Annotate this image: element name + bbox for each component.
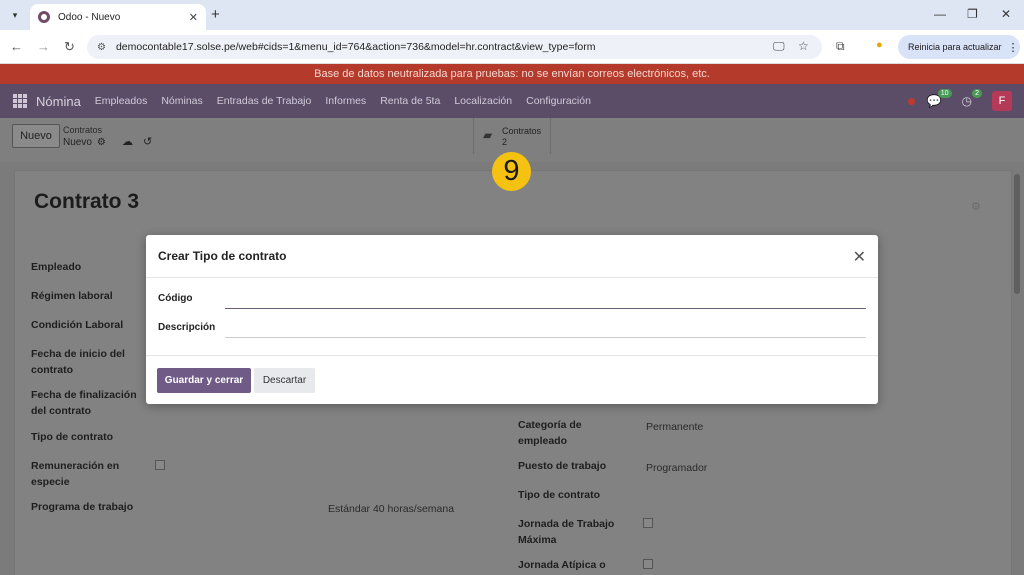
descripcion-label: Descripción [158, 322, 216, 333]
record-title: Contrato 3 [34, 190, 139, 213]
categoria-empleado-value[interactable]: Permanente [646, 421, 703, 433]
dialog-footer: Guardar y cerrar Descartar [146, 355, 878, 404]
url-text[interactable]: democontable17.solse.pe/web#cids=1&menu_… [116, 41, 596, 53]
more-menu-icon[interactable]: ⋮ [1008, 41, 1019, 54]
label-jornada-atipica: Jornada Atípica o [518, 559, 606, 571]
neutralized-db-banner: Base de datos neutralizada para pruebas:… [0, 64, 1024, 84]
label-empleado: Empleado [31, 261, 82, 273]
tab-title: Odoo - Nuevo [58, 11, 121, 23]
menu-item-configuracion[interactable]: Configuración [526, 95, 591, 107]
dialog-title: Crear Tipo de contrato [158, 249, 287, 263]
menu-item-localizacion[interactable]: Localización [454, 95, 512, 107]
menu-item-renta-5ta[interactable]: Renta de 5ta [380, 95, 440, 107]
window-close-icon[interactable]: ✕ [1001, 7, 1011, 21]
jornada-atipica-checkbox[interactable] [643, 559, 653, 569]
create-contract-type-dialog: Crear Tipo de contrato ✕ Código Descripc… [146, 235, 878, 404]
tab-close-icon[interactable]: ✕ [189, 11, 198, 24]
main-menu: Empleados Nóminas Entradas de Trabajo In… [95, 95, 605, 107]
reload-icon[interactable]: ↻ [64, 39, 75, 55]
browser-toolbar: ← → ↻ ⚙ democontable17.solse.pe/web#cids… [0, 30, 1024, 64]
forward-icon[interactable]: → [37, 39, 50, 54]
install-app-icon[interactable]: 🖵 [773, 39, 785, 54]
label-remuneracion-especie: Remuneración en especie [31, 460, 120, 488]
codigo-input[interactable] [225, 293, 866, 309]
save-cloud-icon[interactable]: ☁ [122, 135, 133, 148]
save-and-close-button[interactable]: Guardar y cerrar [157, 368, 251, 393]
back-icon[interactable]: ← [10, 39, 23, 54]
smart-button-value: 2 [502, 137, 508, 147]
breadcrumb-current-label: Nuevo [63, 137, 92, 148]
codigo-label: Código [158, 293, 193, 304]
label-regimen-laboral: Régimen laboral [31, 290, 113, 302]
discard-button[interactable]: Descartar [254, 368, 315, 393]
minimize-icon[interactable]: — [934, 7, 946, 21]
activity-clock-icon[interactable]: ◷ 2 [962, 89, 982, 108]
label-fecha-fin: Fecha de finalización del contrato [31, 389, 137, 417]
browser-tab[interactable]: Odoo - Nuevo ✕ [30, 4, 206, 30]
label-tipo-contrato: Tipo de contrato [31, 431, 114, 443]
discard-undo-icon[interactable]: ↺ [143, 135, 152, 148]
new-record-button[interactable]: Nuevo [12, 124, 60, 148]
odoo-favicon-icon [38, 11, 50, 23]
remuneracion-especie-checkbox[interactable] [155, 460, 165, 470]
tab-search-button[interactable]: ▾ [6, 6, 24, 24]
label-jornada-maxima: Jornada de Trabajo Máxima [518, 518, 615, 546]
activity-count-badge: 2 [972, 89, 982, 98]
systray: 💬 10 ◷ 2 F [907, 89, 1012, 111]
jornada-maxima-checkbox[interactable] [643, 518, 653, 528]
label-tipo-contrato-right: Tipo de contrato [518, 489, 601, 501]
label-condicion-laboral: Condición Laboral [31, 319, 124, 331]
messaging-icon[interactable]: 💬 10 [927, 89, 952, 108]
form-settings-icon[interactable]: ⚙ [971, 200, 981, 213]
menu-item-informes[interactable]: Informes [325, 95, 366, 107]
menu-item-entradas-trabajo[interactable]: Entradas de Trabajo [217, 95, 312, 107]
apps-menu-icon[interactable] [13, 94, 27, 108]
dialog-header: Crear Tipo de contrato ✕ [146, 235, 878, 278]
label-programa-trabajo: Programa de trabajo [31, 501, 134, 513]
debug-bug-icon[interactable] [907, 97, 915, 105]
label-categoria-empleado: Categoría de empleado [518, 419, 582, 447]
new-tab-icon[interactable]: + [211, 6, 220, 23]
site-info-icon[interactable]: ⚙ [97, 42, 106, 53]
contracts-smart-button[interactable]: ▰ Contratos 2 [473, 118, 551, 154]
extensions-icon[interactable]: ⧉ [836, 39, 845, 54]
page-scrollbar[interactable] [1014, 174, 1020, 294]
breadcrumb-current: Nuevo ⚙ [63, 137, 106, 148]
address-bar[interactable]: ⚙ democontable17.solse.pe/web#cids=1&men… [87, 35, 822, 59]
book-icon: ▰ [483, 128, 493, 142]
chat-count-badge: 10 [937, 89, 952, 98]
step-number-badge: 9 [492, 152, 531, 191]
label-puesto-trabajo: Puesto de trabajo [518, 460, 607, 472]
update-button[interactable]: Reinicia para actualizar ⋮ [898, 35, 1020, 59]
menu-item-empleados[interactable]: Empleados [95, 95, 148, 107]
descripcion-input[interactable] [225, 322, 866, 338]
restore-icon[interactable]: ❐ [967, 7, 978, 21]
label-fecha-inicio: Fecha de inicio del contrato [31, 348, 125, 376]
browser-tabbar: ▾ Odoo - Nuevo ✕ + — ❐ ✕ [0, 0, 1024, 30]
user-avatar[interactable]: F [992, 91, 1012, 111]
close-icon[interactable]: ✕ [853, 247, 866, 267]
programa-trabajo-value[interactable]: Estándar 40 horas/semana [328, 503, 454, 515]
smart-button-label: Contratos [502, 126, 542, 136]
odoo-navbar: Nómina Empleados Nóminas Entradas de Tra… [0, 84, 1024, 118]
breadcrumb-parent[interactable]: Contratos [63, 125, 102, 135]
puesto-trabajo-value[interactable]: Programador [646, 462, 707, 474]
app-name[interactable]: Nómina [36, 94, 81, 109]
update-label: Reinicia para actualizar [908, 42, 1002, 52]
bookmark-star-icon[interactable]: ☆ [798, 39, 809, 53]
menu-item-nominas[interactable]: Nóminas [161, 95, 202, 107]
profile-icon[interactable]: ● [876, 39, 883, 51]
record-gear-icon[interactable]: ⚙ [97, 137, 106, 148]
